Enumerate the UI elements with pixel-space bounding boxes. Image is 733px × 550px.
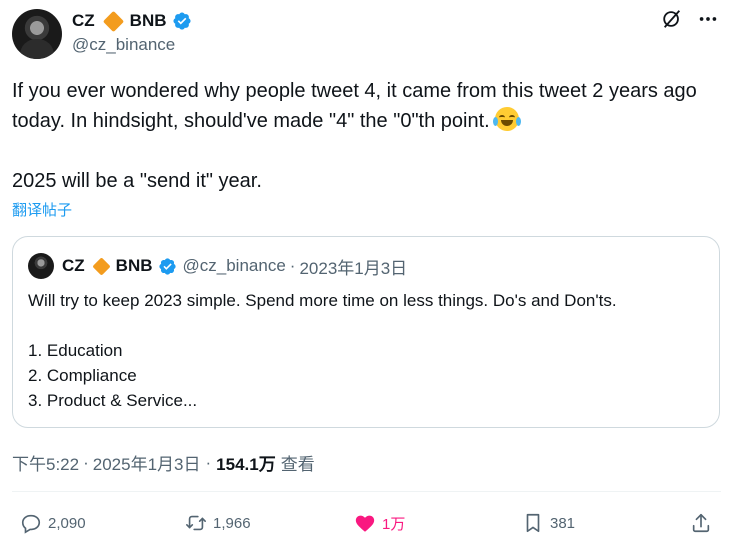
header-actions (661, 8, 719, 30)
tweet-date[interactable]: 2025年1月3日 (93, 450, 201, 475)
meta-separator: · (205, 452, 212, 472)
repost-count: 1,966 (213, 514, 251, 532)
like-count: 1万 (382, 515, 406, 533)
heart-icon (355, 515, 375, 532)
author-handle[interactable]: @cz_binance (72, 35, 175, 55)
tweet-paragraph-text: If you ever wondered why people tweet 4,… (12, 80, 697, 132)
grok-icon[interactable] (661, 8, 683, 30)
share-button[interactable] (690, 506, 718, 540)
author-name[interactable]: CZ (72, 11, 95, 31)
share-icon (692, 513, 710, 533)
tweet-paragraph: 2025 will be a "send it" year. (12, 170, 262, 192)
views-count: 154.1万 (216, 455, 276, 474)
tweet-meta: 下午5:22 · 2025年1月3日 · 154.1万 查看 (12, 450, 315, 475)
more-icon[interactable] (697, 8, 719, 30)
tweet-text: If you ever wondered why people tweet 4,… (12, 76, 712, 196)
quoted-list-item: 2. Compliance (28, 366, 137, 385)
action-bar: 2,090 1,966 1万 381 (0, 506, 733, 540)
translate-link[interactable]: 翻译帖子 (12, 199, 72, 220)
meta-separator: · (289, 256, 296, 275)
meta-separator: · (83, 452, 89, 472)
quoted-tweet-date[interactable]: 2023年1月3日 (299, 254, 407, 279)
bookmark-button[interactable]: 381 (522, 506, 575, 540)
views-label: 查看 (280, 455, 315, 474)
like-button[interactable]: 1万 (354, 506, 405, 540)
verified-badge-icon (158, 257, 176, 275)
quoted-list-item: 1. Education (28, 341, 123, 360)
author-avatar[interactable] (12, 9, 62, 59)
author-name-suffix[interactable]: BNB (130, 11, 167, 31)
quoted-author-avatar[interactable] (28, 253, 54, 279)
reply-count: 2,090 (48, 514, 86, 532)
quoted-tweet-text: Will try to keep 2023 simple. Spend more… (28, 288, 708, 413)
quoted-author-name[interactable]: CZ (62, 256, 85, 276)
tweet-time[interactable]: 下午5:22 (12, 450, 79, 475)
bnb-diamond-icon (91, 256, 111, 276)
quoted-author-name-suffix[interactable]: BNB (116, 256, 153, 276)
verified-badge-icon[interactable] (172, 11, 192, 31)
repost-icon (186, 515, 206, 531)
quoted-list-item: 3. Product & Service... (28, 391, 198, 410)
tweet-paragraph: If you ever wondered why people tweet 4,… (12, 76, 712, 136)
reply-button[interactable]: 2,090 (20, 506, 86, 540)
author-name-row[interactable]: CZ BNB (72, 9, 192, 33)
bookmark-icon (526, 513, 540, 533)
tears-of-joy-emoji-icon (493, 107, 522, 131)
quoted-tweet-header: CZ BNB @cz_binance · 2023年1月3日 (62, 254, 407, 278)
divider (12, 491, 721, 492)
quoted-author-handle: @cz_binance (182, 256, 286, 275)
bnb-diamond-icon (102, 10, 124, 32)
bookmark-count: 381 (550, 514, 576, 532)
quoted-tweet-line: Will try to keep 2023 simple. Spend more… (28, 291, 617, 310)
repost-button[interactable]: 1,966 (185, 506, 251, 540)
tweet-header: CZ BNB @cz_binance (12, 6, 721, 60)
reply-icon (21, 514, 41, 534)
quoted-tweet-card[interactable]: CZ BNB @cz_binance · 2023年1月3日 Will try … (12, 236, 720, 428)
